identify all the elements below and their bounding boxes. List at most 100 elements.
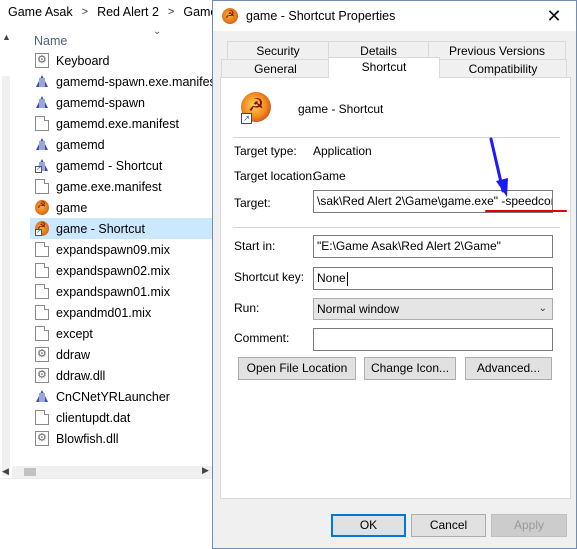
- file-row[interactable]: except: [30, 323, 212, 344]
- horizontal-scrollbar-thumb[interactable]: [24, 468, 36, 476]
- ok-button[interactable]: OK: [331, 514, 406, 537]
- file-name: game - Shortcut: [56, 221, 145, 236]
- shortcut-tab-panel: ↗ game - Shortcut Target type: Applicati…: [220, 77, 571, 499]
- scroll-right-icon[interactable]: ▶: [202, 465, 209, 476]
- breadcrumb-separator-icon: >: [81, 6, 89, 18]
- open-file-location-button[interactable]: Open File Location: [238, 357, 356, 380]
- file-row[interactable]: expandmd01.mix: [30, 302, 212, 323]
- file-row[interactable]: Keyboard: [30, 50, 212, 71]
- red-alert-shortcut-icon: ↗: [35, 221, 49, 236]
- annotation-underline: [485, 210, 567, 212]
- scrollbar-track[interactable]: [2, 76, 10, 476]
- file-name: gamemd.exe.manifest: [56, 116, 179, 131]
- file-row[interactable]: gamemd-spawn: [30, 92, 212, 113]
- shortcut-arrow-icon: ↗: [35, 166, 42, 173]
- name-column-header[interactable]: Name: [34, 34, 67, 48]
- file-name: game.exe.manifest: [56, 179, 162, 194]
- document-icon: [35, 410, 49, 425]
- advanced-button[interactable]: Advanced...: [465, 357, 552, 380]
- settings-file-icon: [35, 431, 49, 446]
- breadcrumb-separator-icon: >: [167, 6, 175, 18]
- file-name: expandspawn09.mix: [56, 242, 170, 257]
- target-type-label: Target type:: [234, 144, 297, 158]
- tab-strip: Security Details Previous Versions Gener…: [221, 41, 571, 79]
- file-row[interactable]: expandspawn09.mix: [30, 239, 212, 260]
- document-icon: [35, 242, 49, 257]
- file-name: gamemd: [56, 137, 105, 152]
- chevron-down-icon[interactable]: ⌄: [153, 26, 161, 37]
- target-location-label: Target location:: [234, 169, 316, 183]
- target-path-text: \sak\Red Alert 2\Game\game.exe": [317, 194, 499, 208]
- chevron-down-icon: ⌄: [538, 303, 547, 314]
- file-row[interactable]: clientupdt.dat: [30, 407, 212, 428]
- file-name: clientupdt.dat: [56, 410, 131, 425]
- file-name: Keyboard: [56, 53, 110, 68]
- file-row[interactable]: expandspawn02.mix: [30, 260, 212, 281]
- settings-file-icon: [35, 347, 49, 362]
- file-list: Keyboard gamemd-spawn.exe.manifest gamemd-…: [30, 50, 212, 466]
- document-icon: [35, 116, 49, 131]
- shortcut-arrow-icon: ↗: [35, 229, 42, 236]
- run-select[interactable]: Normal window ⌄: [313, 298, 553, 320]
- file-name: ddraw: [56, 347, 91, 362]
- file-name: Blowfish.dll: [56, 431, 119, 446]
- document-icon: [35, 326, 49, 341]
- red-alert-icon: [35, 200, 49, 215]
- exe-icon: [35, 389, 49, 404]
- tab-compatibility[interactable]: Compatibility: [439, 59, 567, 78]
- cancel-button[interactable]: Cancel: [411, 514, 486, 537]
- change-icon-button[interactable]: Change Icon...: [364, 357, 456, 380]
- breadcrumb-item-red-alert-2[interactable]: Red Alert 2: [97, 5, 159, 19]
- navigation-pane-scrollbar[interactable]: ▲ ▼: [0, 26, 12, 500]
- settings-file-icon: [35, 53, 49, 68]
- file-row[interactable]: CnCNetYRLauncher: [30, 386, 212, 407]
- tab-previous-versions[interactable]: Previous Versions: [428, 41, 566, 60]
- file-name: expandspawn01.mix: [56, 284, 170, 299]
- apply-button[interactable]: Apply: [491, 514, 567, 537]
- horizontal-scrollbar-track[interactable]: [12, 466, 212, 478]
- exe-icon: [35, 74, 49, 89]
- tab-general[interactable]: General: [221, 59, 330, 78]
- close-button[interactable]: ✕: [532, 1, 576, 31]
- exe-icon: [35, 95, 49, 110]
- comment-input[interactable]: [313, 328, 553, 351]
- run-label: Run:: [234, 301, 260, 315]
- file-row[interactable]: Blowfish.dll: [30, 428, 212, 449]
- start-in-label: Start in:: [234, 239, 276, 253]
- file-name: gamemd-spawn.exe.manifest: [56, 74, 212, 89]
- file-row[interactable]: gamemd.exe.manifest: [30, 113, 212, 134]
- text-caret: [346, 271, 348, 286]
- shortcut-key-label: Shortcut key:: [234, 270, 305, 284]
- scroll-up-icon[interactable]: ▲: [2, 32, 11, 42]
- document-icon: [35, 305, 49, 320]
- breadcrumb-item-game-asak[interactable]: Game Asak: [8, 5, 73, 19]
- file-row[interactable]: ddraw.dll: [30, 365, 212, 386]
- file-row[interactable]: gamemd-spawn.exe.manifest: [30, 71, 212, 92]
- target-type-value: Application: [313, 144, 372, 158]
- file-name: game: [56, 200, 88, 215]
- file-row[interactable]: ↗ gamemd - Shortcut: [30, 155, 212, 176]
- dialog-title: game - Shortcut Properties: [246, 9, 396, 23]
- file-row[interactable]: ddraw: [30, 344, 212, 365]
- annotation-arrow-icon: [489, 137, 508, 197]
- target-location-value: Game: [313, 169, 346, 183]
- file-row[interactable]: ↗ game - Shortcut: [30, 218, 212, 239]
- tab-security[interactable]: Security: [227, 41, 329, 60]
- tab-shortcut[interactable]: Shortcut: [328, 57, 440, 78]
- exe-shortcut-icon: ↗: [35, 158, 49, 173]
- document-icon: [35, 284, 49, 299]
- start-in-input[interactable]: "E:\Game Asak\Red Alert 2\Game": [313, 235, 553, 258]
- shortcut-name: game - Shortcut: [298, 102, 384, 116]
- document-icon: [35, 179, 49, 194]
- document-icon: [35, 263, 49, 278]
- target-label: Target:: [234, 196, 271, 210]
- file-row[interactable]: gamemd: [30, 134, 212, 155]
- file-name: ddraw.dll: [56, 368, 106, 383]
- file-name: gamemd-spawn: [56, 95, 145, 110]
- file-row[interactable]: game.exe.manifest: [30, 176, 212, 197]
- exe-icon: [35, 137, 49, 152]
- file-row[interactable]: expandspawn01.mix: [30, 281, 212, 302]
- dialog-titlebar[interactable]: game - Shortcut Properties ✕: [213, 1, 576, 31]
- file-row[interactable]: game: [30, 197, 212, 218]
- shortcut-key-input[interactable]: None: [313, 267, 553, 290]
